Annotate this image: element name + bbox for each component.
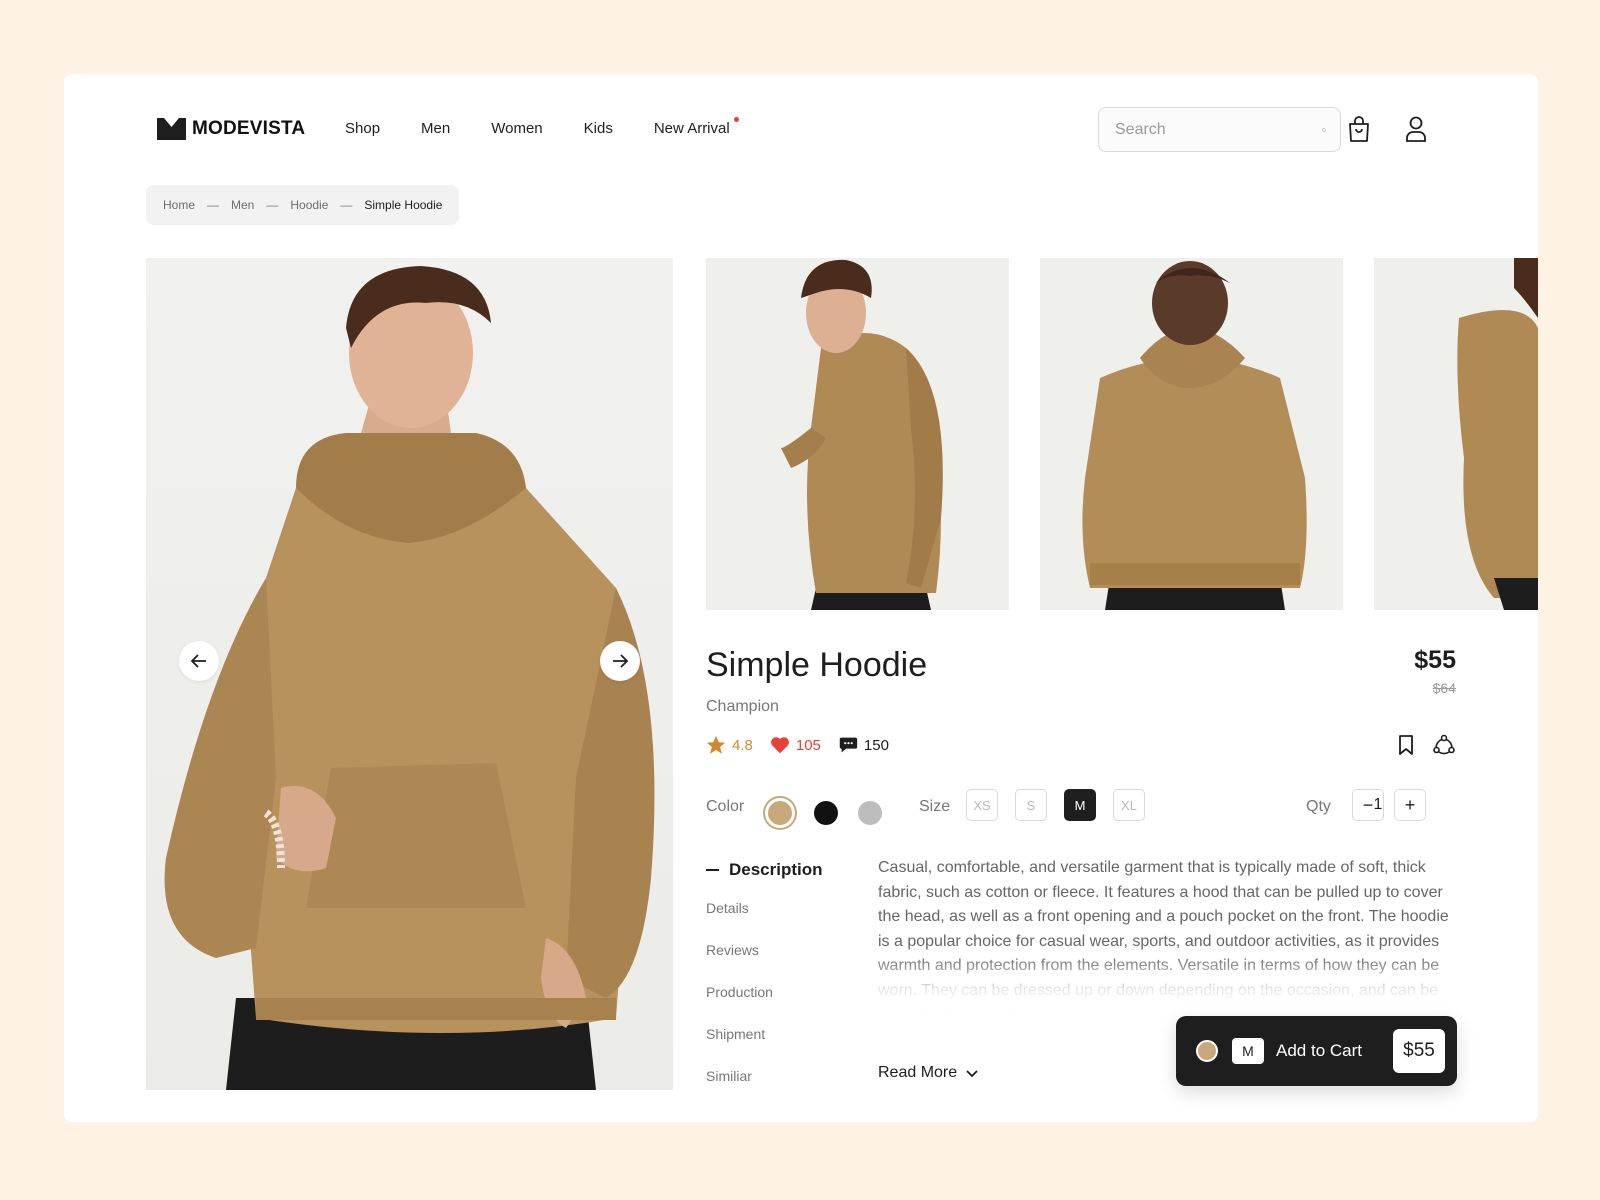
collapse-dash-icon [706,869,719,871]
breadcrumb-men[interactable]: Men [231,198,254,212]
star-icon [706,735,726,754]
bookmark-icon[interactable] [1394,733,1418,757]
breadcrumb: Home — Men — Hoodie — Simple Hoodie [146,185,460,225]
search-box [1098,107,1341,152]
likes-stat[interactable]: 105 [769,734,821,756]
nav-new-arrival[interactable]: New Arrival [653,117,739,137]
nav-new-arrival-label: New Arrival [653,120,730,137]
rating-value: 4.8 [732,736,753,754]
description-fade [878,954,1458,1014]
product-stats: 4.8 105 150 [705,734,889,756]
size-option-xs[interactable]: XS [966,789,998,821]
thumbnail-back-view[interactable] [1040,258,1343,610]
product-brand[interactable]: Champion [706,698,779,716]
qty-increase-button[interactable]: + [1394,789,1426,821]
product-card: MODEVISTA Shop Men Women Kids New Arriva… [64,74,1538,1122]
user-icon[interactable] [1403,114,1429,144]
color-swatch-black[interactable] [814,801,838,825]
new-indicator-dot [733,117,739,122]
color-swatch-gray[interactable] [858,801,882,825]
breadcrumb-hoodie[interactable]: Hoodie [290,198,328,212]
cart-price: $55 [1393,1029,1445,1073]
thumbnail-profile-view[interactable] [1374,258,1538,610]
breadcrumb-separator: — [340,198,353,212]
model-back-illustration [1082,261,1307,610]
read-more-button[interactable]: Read More [878,1064,979,1082]
tab-production[interactable]: Production [706,984,773,1000]
arrow-left-icon [190,654,206,668]
product-price: $55 [1414,646,1456,674]
color-swatch-tan[interactable] [763,796,797,830]
comments-count: 150 [863,736,889,754]
qty-value: 1 [1373,796,1383,813]
product-title: Simple Hoodie [706,646,928,684]
breadcrumb-current: Simple Hoodie [364,198,443,212]
nav-men[interactable]: Men [421,120,450,137]
size-option-s[interactable]: S [1015,789,1047,821]
logo[interactable]: MODEVISTA [157,118,305,140]
comments-icon [839,737,858,753]
model-front-illustration [164,266,655,1090]
tab-description[interactable]: Description [706,860,823,880]
shopping-bag-icon[interactable] [1346,114,1372,144]
arrow-right-icon [613,654,629,668]
add-to-cart-label: Add to Cart [1276,1041,1362,1060]
logo-text: MODEVISTA [192,118,306,139]
tab-shipment[interactable]: Shipment [706,1026,765,1042]
comments-stat[interactable]: 150 [837,734,889,756]
product-old-price: $64 [1432,680,1456,696]
read-more-label: Read More [878,1064,958,1081]
breadcrumb-home[interactable]: Home [163,198,195,212]
breadcrumb-separator: — [266,198,279,212]
tab-similar[interactable]: Similiar [706,1068,752,1084]
size-label: Size [919,798,951,815]
share-icon[interactable] [1432,733,1456,757]
product-actions [1394,733,1456,757]
model-profile-illustration [1457,258,1538,610]
rating-stat[interactable]: 4.8 [705,734,753,756]
tab-details[interactable]: Details [706,900,749,916]
model-side-illustration [781,259,943,610]
breadcrumb-separator: — [207,198,220,212]
size-option-xl[interactable]: XL [1113,789,1145,821]
qty-label: Qty [1306,798,1331,815]
size-option-m[interactable]: M [1064,789,1096,821]
main-product-image [146,258,673,1090]
add-to-cart-button[interactable]: M Add to Cart $55 [1176,1016,1457,1086]
logo-mark-icon [157,118,186,140]
search-icon[interactable] [1322,118,1326,142]
nav-shop[interactable]: Shop [345,120,380,137]
color-label: Color [706,798,745,815]
heart-icon [770,737,789,754]
cart-size-badge: M [1232,1038,1264,1064]
tab-description-label: Description [729,860,823,879]
prev-image-button[interactable] [179,641,219,681]
search-input[interactable] [1115,120,1322,139]
nav-kids[interactable]: Kids [584,120,613,137]
thumbnail-side-view[interactable] [706,258,1009,610]
nav-women[interactable]: Women [491,120,542,137]
tab-reviews[interactable]: Reviews [706,942,759,958]
chevron-down-icon [966,1070,978,1078]
next-image-button[interactable] [600,641,640,681]
main-nav: Shop Men Women Kids New Arrival [345,117,771,137]
cart-color-swatch [1196,1040,1218,1062]
likes-count: 105 [795,736,821,754]
